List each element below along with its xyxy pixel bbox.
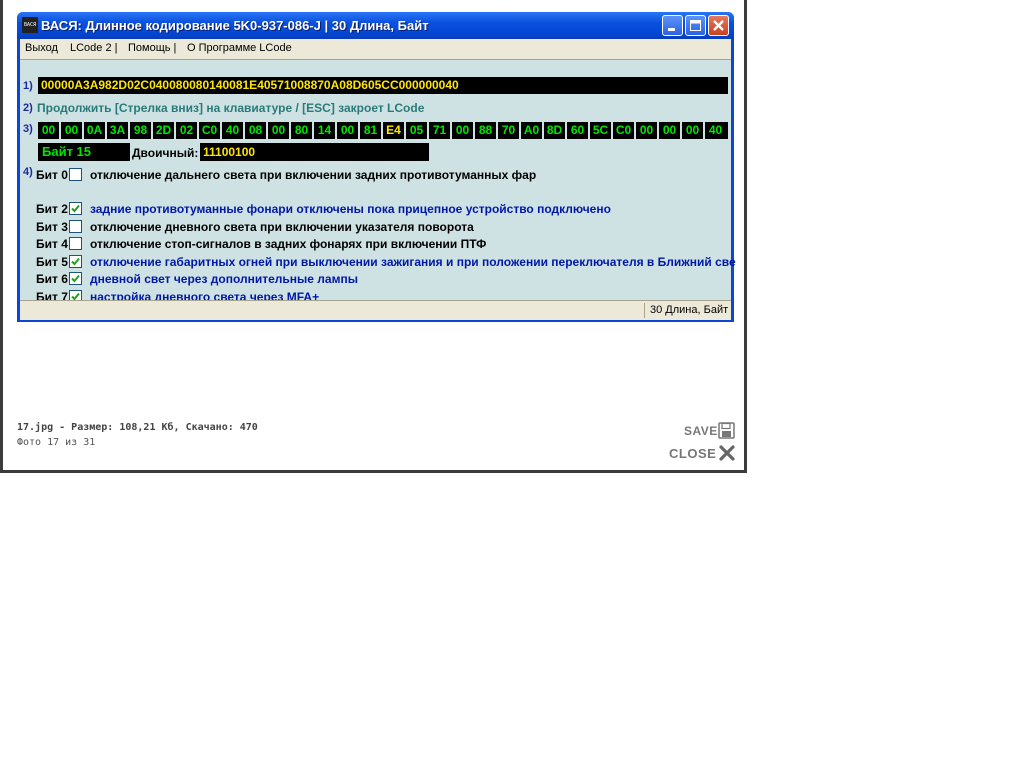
window-title: ВАСЯ: Длинное кодирование 5K0-937-086-J … <box>41 18 429 33</box>
byte-list: 00 00 0A 3A 98 2D 02 C0 40 08 00 80 14 00 81 E4 05 71 00 88… <box>38 122 728 139</box>
bit-checkbox[interactable] <box>69 272 82 285</box>
maximize-button[interactable] <box>685 15 706 36</box>
section-number-4: 4) <box>23 166 33 178</box>
maximize-icon <box>690 20 701 31</box>
byte-cell[interactable]: 05 <box>406 122 427 139</box>
lightbox-frame: ВАСЯ ВАСЯ: Длинное кодирование 5K0-937-0… <box>0 0 747 473</box>
bit-row: Бит 0 отключение дальнего света при включ… <box>36 167 728 183</box>
bit-label: Бит 5 <box>36 255 68 269</box>
status-bar: 30 Длина, Байт <box>20 300 731 320</box>
bit-label: Бит 0 <box>36 168 68 182</box>
menu-exit[interactable]: Выход <box>25 42 58 54</box>
byte-cell[interactable]: 8D <box>544 122 565 139</box>
bit-description: отключение габаритных огней при выключен… <box>90 255 736 269</box>
byte-cell[interactable]: 5C <box>590 122 611 139</box>
menu-lcode2[interactable]: LCode 2 | <box>70 42 118 54</box>
byte-cell[interactable]: 3A <box>107 122 128 139</box>
menu-bar: Выход LCode 2 | Помощь | О Программе LCo… <box>20 39 731 60</box>
byte-cell[interactable]: 00 <box>682 122 703 139</box>
byte-cell[interactable]: 81 <box>360 122 381 139</box>
byte-cell[interactable]: 14 <box>314 122 335 139</box>
byte-cell[interactable]: E4 <box>383 122 404 139</box>
byte-cell[interactable]: 00 <box>659 122 680 139</box>
binary-caption: Двоичный: <box>132 146 199 160</box>
byte-cell[interactable]: 80 <box>291 122 312 139</box>
byte-cell[interactable]: 00 <box>636 122 657 139</box>
byte-cell[interactable]: 02 <box>176 122 197 139</box>
image-caption: 17.jpg - Размер: 108,21 Кб, Скачано: 470 <box>17 422 258 433</box>
byte-cell[interactable]: 98 <box>130 122 151 139</box>
checkmark-icon <box>71 257 80 266</box>
byte-cell[interactable]: C0 <box>199 122 220 139</box>
byte-cell[interactable]: 00 <box>268 122 289 139</box>
byte-cell[interactable]: 08 <box>245 122 266 139</box>
bit-checkbox[interactable] <box>69 202 82 215</box>
byte-cell[interactable]: 00 <box>38 122 59 139</box>
byte-cell[interactable]: 2D <box>153 122 174 139</box>
client-area: Выход LCode 2 | Помощь | О Программе LCo… <box>20 39 736 320</box>
byte-number-label: Байт 15 <box>38 143 130 161</box>
close-icon <box>713 20 724 31</box>
bit-label: Бит 4 <box>36 237 68 251</box>
menu-about[interactable]: О Программе LCode <box>187 42 292 54</box>
menu-help[interactable]: Помощь | <box>128 42 176 54</box>
save-label: SAVE <box>684 424 718 438</box>
bit-description: отключение дневного света при включении … <box>90 220 474 234</box>
byte-cell[interactable]: 0A <box>84 122 105 139</box>
byte-cell[interactable]: A0 <box>521 122 542 139</box>
minimize-icon <box>668 28 675 31</box>
bit-description: дневной свет через дополнительные лампы <box>90 272 358 286</box>
hint-text: Продолжить [Стрелка вниз] на клавиатуре … <box>37 101 425 115</box>
bit-row: Бит 4 отключение стоп-сигналов в задних ф… <box>36 236 728 252</box>
minimize-button[interactable] <box>662 15 683 36</box>
bit-description: задние противотуманные фонари отключены … <box>90 202 611 216</box>
bit-row: Бит 2 задние противотуманные фонари отклю… <box>36 201 728 217</box>
byte-cell[interactable]: 40 <box>222 122 243 139</box>
bit-row: Бит 3 отключение дневного света при включ… <box>36 219 728 235</box>
byte-cell[interactable]: 00 <box>61 122 82 139</box>
binary-value-field[interactable]: 11100100 <box>200 143 429 161</box>
byte-cell[interactable]: 00 <box>452 122 473 139</box>
byte-cell[interactable]: C0 <box>613 122 634 139</box>
byte-cell[interactable]: 00 <box>337 122 358 139</box>
checkmark-icon <box>71 274 80 283</box>
photo-counter: Фото 17 из 31 <box>17 437 96 448</box>
byte-cell[interactable]: 70 <box>498 122 519 139</box>
bit-checkbox[interactable] <box>69 220 82 233</box>
bit-row: Бит 5 отключение габаритных огней при вык… <box>36 254 736 270</box>
section-number-3: 3) <box>23 123 33 135</box>
byte-cell[interactable]: 71 <box>429 122 450 139</box>
close-x-icon <box>719 445 735 461</box>
bit-label: Бит 2 <box>36 202 68 216</box>
close-window-button[interactable] <box>708 15 729 36</box>
status-panel: 30 Длина, Байт <box>644 303 729 318</box>
app-icon: ВАСЯ <box>22 17 38 33</box>
close-label: CLOSE <box>669 446 717 461</box>
byte-cell[interactable]: 88 <box>475 122 496 139</box>
coding-string-field[interactable]: 00000A3A982D02C040080080140081E405710088… <box>38 77 728 94</box>
bit-description: отключение дальнего света при включении … <box>90 168 537 182</box>
section-number-2: 2) <box>23 102 33 114</box>
bit-row: Бит 6 дневной свет через дополнительные л… <box>36 271 728 287</box>
checkmark-icon <box>71 204 80 213</box>
byte-cell[interactable]: 40 <box>705 122 726 139</box>
bit-description: отключение стоп-сигналов в задних фонаря… <box>90 237 487 251</box>
floppy-disk-icon <box>718 422 735 439</box>
bit-label: Бит 3 <box>36 220 68 234</box>
bit-label: Бит 6 <box>36 272 68 286</box>
byte-cell[interactable]: 60 <box>567 122 588 139</box>
bit-checkbox[interactable] <box>69 168 82 181</box>
bit-checkbox[interactable] <box>69 237 82 250</box>
section-number-1: 1) <box>23 80 33 92</box>
application-window: ВАСЯ ВАСЯ: Длинное кодирование 5K0-937-0… <box>17 12 736 322</box>
bit-checkbox[interactable] <box>69 255 82 268</box>
title-bar[interactable]: ВАСЯ ВАСЯ: Длинное кодирование 5K0-937-0… <box>17 12 734 39</box>
